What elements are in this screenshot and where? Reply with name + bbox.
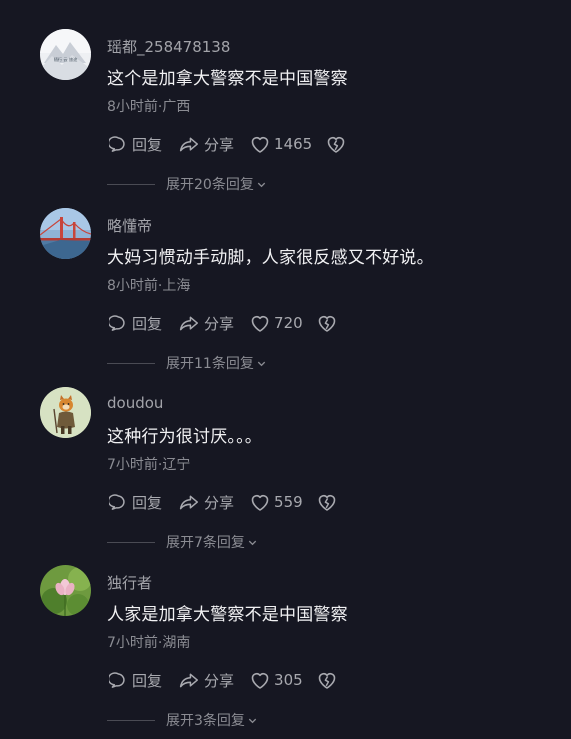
expand-replies-button[interactable]: 展开11条回复 [107, 353, 267, 373]
tiger-warrior-avatar [40, 387, 91, 438]
expand-replies-label: 展开20条回复 [166, 177, 254, 193]
divider-line [107, 541, 155, 543]
comment-item: 略懂帝 大妈习惯动手动脚，人家很反感又不好说。 8小时前·上海 回复 分享 72… [0, 203, 571, 381]
like-button[interactable]: 559 [250, 493, 303, 512]
like-count: 305 [274, 671, 303, 689]
username[interactable]: 独行者 [107, 572, 152, 593]
reply-button[interactable]: 回复 [109, 313, 162, 334]
heart-icon [251, 136, 269, 153]
comment-item: 独行者 人家是加拿大警察不是中国警察 7小时前·湖南 回复 分享 305 展开3… [0, 560, 571, 738]
comment-item: doudou 这种行为很讨厌。。。 7小时前·辽宁 回复 分享 559 展开7条… [0, 382, 571, 560]
share-button[interactable]: 分享 [178, 670, 234, 691]
broken-heart-icon [318, 494, 335, 511]
share-icon [179, 137, 199, 151]
comment-text: 这个是加拿大警察不是中国警察 [107, 69, 348, 89]
comment-list: 随行 云 旅途 瑶都_258478138 这个是加拿大警察不是中国警察 8小时前… [0, 0, 571, 739]
share-label: 分享 [204, 135, 235, 154]
divider-line [107, 183, 155, 185]
reply-icon [109, 493, 125, 510]
comment-actions: 回复 分享 559 [109, 491, 353, 513]
like-count: 720 [274, 314, 303, 332]
like-count: 1465 [274, 135, 313, 153]
chevron-down-icon [257, 182, 265, 187]
share-button[interactable]: 分享 [178, 134, 234, 155]
golden-gate-bridge-avatar [40, 208, 91, 259]
heart-icon [251, 315, 269, 332]
reply-icon [109, 135, 125, 152]
comment-item: 随行 云 旅途 瑶都_258478138 这个是加拿大警察不是中国警察 8小时前… [0, 24, 571, 202]
avatar[interactable] [40, 565, 91, 616]
share-label: 分享 [204, 671, 235, 690]
comment-meta: 7小时前·湖南 [107, 635, 191, 651]
comment-actions: 回复 分享 720 [109, 312, 353, 334]
reply-label: 回复 [132, 135, 163, 154]
share-label: 分享 [204, 314, 235, 333]
broken-heart-icon [318, 315, 335, 332]
divider-line [107, 362, 155, 364]
like-button[interactable]: 1465 [250, 135, 312, 154]
dislike-button[interactable] [317, 493, 337, 512]
chevron-down-icon [248, 718, 257, 723]
expand-replies-label: 展开11条回复 [166, 356, 254, 372]
reply-label: 回复 [132, 671, 163, 690]
share-icon [179, 495, 199, 509]
avatar[interactable] [40, 387, 91, 438]
mountain-landscape-avatar: 随行 云 旅途 [40, 29, 91, 80]
avatar[interactable]: 随行 云 旅途 [40, 29, 91, 80]
reply-icon [109, 314, 125, 331]
comment-actions: 回复 分享 1465 [109, 133, 362, 155]
comment-meta: 7小时前·辽宁 [107, 457, 191, 473]
chevron-down-icon [257, 361, 265, 366]
username[interactable]: 略懂帝 [107, 215, 152, 236]
share-icon [179, 673, 199, 687]
comment-actions: 回复 分享 305 [109, 669, 353, 691]
reply-icon [109, 671, 125, 688]
dislike-button[interactable] [326, 135, 346, 154]
share-button[interactable]: 分享 [178, 492, 234, 513]
username[interactable]: doudou [107, 394, 163, 412]
lotus-flower-avatar [40, 565, 91, 616]
avatar[interactable] [40, 208, 91, 259]
comment-text: 大妈习惯动手动脚，人家很反感又不好说。 [107, 248, 434, 268]
expand-replies-button[interactable]: 展开3条回复 [107, 710, 258, 730]
expand-replies-button[interactable]: 展开7条回复 [107, 532, 258, 552]
broken-heart-icon [318, 672, 335, 689]
expand-replies-label: 展开7条回复 [166, 535, 245, 551]
comment-text: 人家是加拿大警察不是中国警察 [107, 605, 348, 625]
like-count: 559 [274, 493, 303, 511]
avatar-caption: 随行 云 旅途 [54, 56, 78, 63]
comment-meta: 8小时前·上海 [107, 278, 191, 294]
dislike-button[interactable] [317, 314, 337, 333]
reply-label: 回复 [132, 314, 163, 333]
expand-replies-button[interactable]: 展开20条回复 [107, 174, 267, 194]
comment-text: 这种行为很讨厌。。。 [107, 427, 262, 447]
username[interactable]: 瑶都_258478138 [107, 36, 230, 57]
like-button[interactable]: 720 [250, 314, 303, 333]
share-icon [179, 316, 199, 330]
dislike-button[interactable] [317, 671, 337, 690]
heart-icon [251, 672, 269, 689]
share-button[interactable]: 分享 [178, 313, 234, 334]
reply-button[interactable]: 回复 [109, 492, 162, 513]
reply-button[interactable]: 回复 [109, 134, 162, 155]
divider-line [107, 719, 155, 721]
expand-replies-label: 展开3条回复 [166, 713, 245, 729]
like-button[interactable]: 305 [250, 671, 303, 690]
reply-button[interactable]: 回复 [109, 670, 162, 691]
comment-meta: 8小时前·广西 [107, 99, 191, 115]
reply-label: 回复 [132, 493, 163, 512]
heart-icon [251, 494, 269, 511]
share-label: 分享 [204, 493, 235, 512]
chevron-down-icon [248, 540, 257, 545]
broken-heart-icon [327, 136, 345, 153]
